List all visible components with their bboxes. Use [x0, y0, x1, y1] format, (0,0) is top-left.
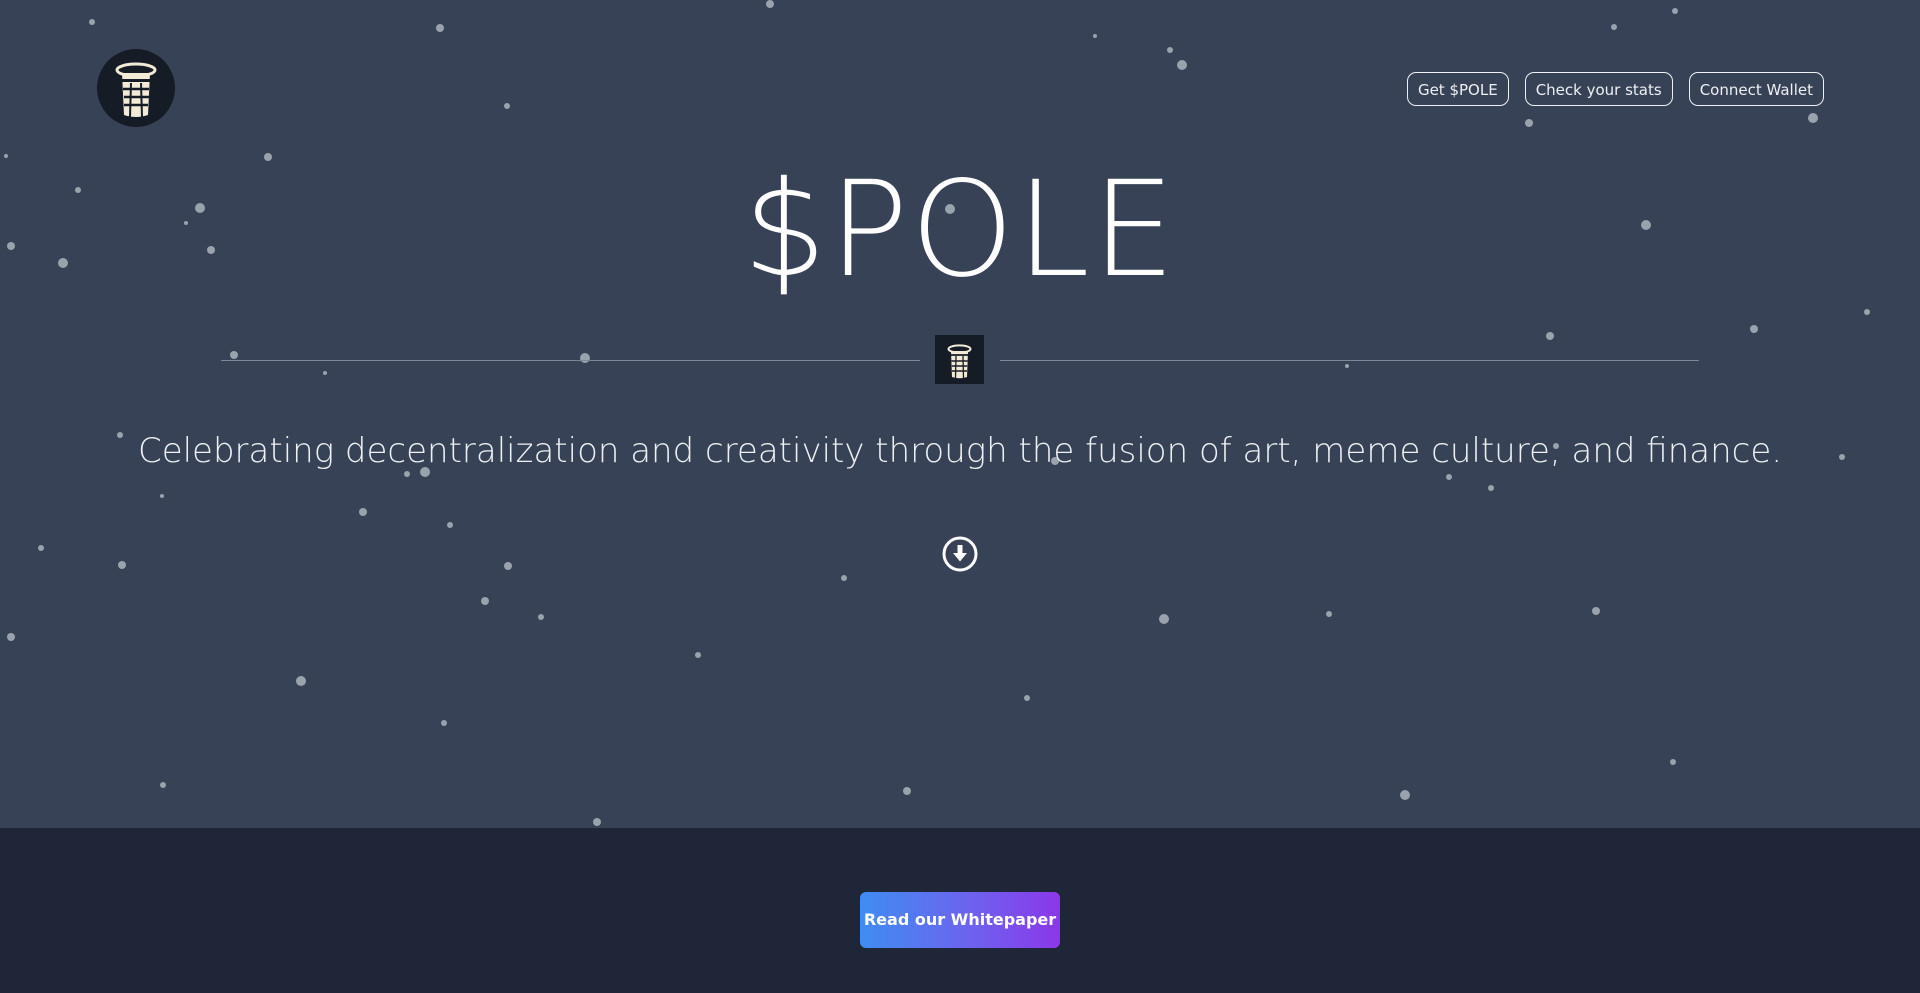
divider-right [1000, 360, 1699, 361]
star-dot [1864, 309, 1870, 315]
star-dot [1525, 119, 1533, 127]
site-logo[interactable] [97, 49, 175, 127]
page-title: $POLE [742, 153, 1178, 307]
star-dot [118, 561, 126, 569]
star-dot [593, 818, 601, 826]
check-stats-button[interactable]: Check your stats [1524, 72, 1673, 106]
divider-left [221, 360, 920, 361]
star-dot [695, 652, 701, 658]
star-dot [481, 597, 489, 605]
star-dot [1592, 607, 1600, 615]
star-dot [4, 154, 8, 158]
scroll-down-button[interactable] [941, 535, 979, 573]
star-dot [89, 19, 95, 25]
tower-logo-icon [947, 344, 972, 379]
star-dot [359, 508, 367, 516]
star-dot [504, 562, 512, 570]
star-dot [230, 351, 238, 359]
star-dot [441, 720, 447, 726]
star-dot [1400, 790, 1410, 800]
star-dot [296, 676, 306, 686]
star-dot [1488, 485, 1494, 491]
get-pole-button[interactable]: Get $POLE [1406, 72, 1509, 106]
read-whitepaper-button[interactable]: Read our Whitepaper [860, 892, 1060, 948]
star-dot [1159, 614, 1169, 624]
star-dot [1750, 325, 1758, 333]
star-dot [1024, 695, 1030, 701]
star-dot [1611, 24, 1617, 30]
star-dot [323, 371, 327, 375]
tagline: Celebrating decentralization and creativ… [137, 431, 1783, 471]
top-nav: Get $POLE Check your stats Connect Walle… [1406, 72, 1824, 106]
star-dot [1808, 113, 1818, 123]
star-dot [580, 353, 590, 363]
star-dot [1345, 364, 1349, 368]
star-dot [1167, 47, 1173, 53]
star-dot [538, 614, 544, 620]
star-dot [1670, 759, 1676, 765]
star-dot [436, 24, 444, 32]
star-dot [38, 545, 44, 551]
star-dot [160, 782, 166, 788]
star-dot [1672, 8, 1678, 14]
tower-logo-icon [115, 62, 157, 118]
star-dot [447, 522, 453, 528]
star-dot [1326, 611, 1332, 617]
hero-section: Get $POLE Check your stats Connect Walle… [0, 0, 1920, 828]
star-dot [7, 633, 15, 641]
star-dot [160, 494, 164, 498]
connect-wallet-button[interactable]: Connect Wallet [1688, 72, 1824, 106]
star-dot [841, 575, 847, 581]
star-dot [903, 787, 911, 795]
star-dot [1093, 34, 1097, 38]
star-dot [766, 0, 774, 8]
arrow-down-circle-icon [942, 536, 978, 572]
star-dot [504, 103, 510, 109]
star-dot [1546, 332, 1554, 340]
star-dot [1177, 60, 1187, 70]
divider-logo [935, 335, 984, 384]
